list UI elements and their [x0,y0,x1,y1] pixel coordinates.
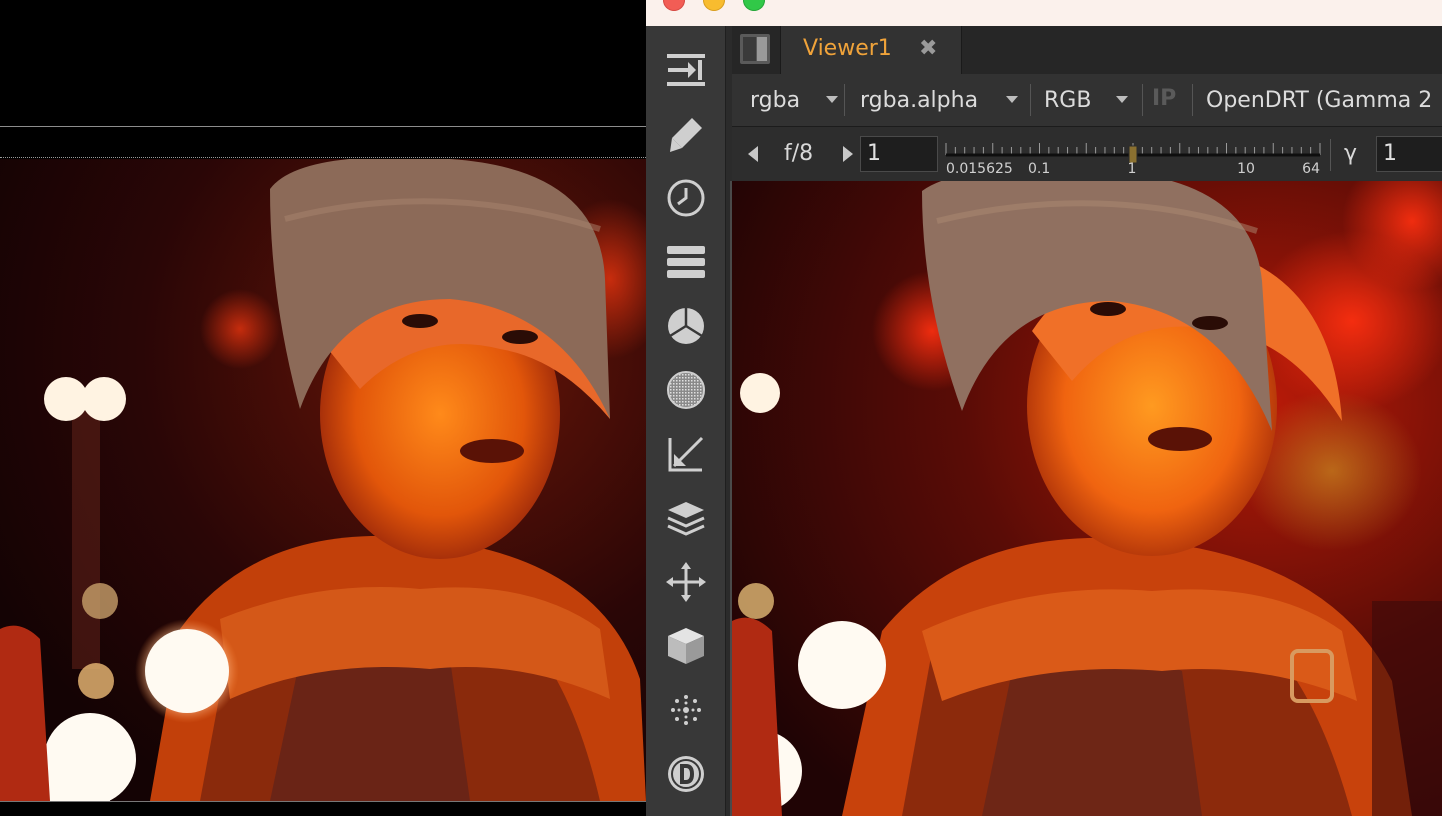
secondary-viewer-image [0,159,646,801]
window-zoom-button[interactable] [743,0,765,11]
chevron-down-icon [1006,96,1018,103]
fstop-label[interactable]: f/8 [784,141,813,166]
toolbar-3d-button[interactable] [662,622,710,670]
tab-close-icon[interactable]: ✖ [919,36,937,61]
gain-slider[interactable]: 0.015625 0.1 1 10 64 [944,133,1322,175]
separator [1192,84,1193,116]
tab-viewer1[interactable]: Viewer1 ✖ [780,26,962,74]
viewer-panel: Viewer1 ✖ rgba rgba.alpha RGB IP OpenDRT… [730,26,1442,816]
chevron-down-icon [826,96,838,103]
keyer-icon [668,436,704,472]
fstop-increase-arrow-icon[interactable] [843,146,853,162]
merge-stack-icon [667,502,705,536]
format-boundary-dotted-line [0,157,646,158]
filter-sphere-icon [667,371,705,409]
gain-input[interactable]: 1 [860,136,938,172]
display-channels-dropdown-value: RGB [1044,87,1092,113]
pane-divider-line [0,126,646,127]
pane-menu-button[interactable] [740,34,770,64]
paint-brush-icon [670,118,702,152]
slider-tick-label: 0.1 [1028,161,1050,175]
layer-dropdown-value: rgba [750,87,801,113]
window-minimize-button[interactable] [703,0,725,11]
alpha-channel-dropdown-value: rgba.alpha [860,87,979,113]
transform-icon [666,562,706,602]
pane-bottom-border [0,801,646,802]
tab-label: Viewer1 [803,36,892,61]
toolbar-merge-button[interactable] [662,494,710,542]
deep-icon [668,756,704,792]
gamma-input[interactable]: 1 [1376,136,1442,172]
toolbar-transform-button[interactable] [662,558,710,606]
slider-tick-label: 0.015625 [946,161,1013,175]
viewer-process-dropdown-value: OpenDRT (Gamma 2 [1206,87,1433,113]
separator [844,84,845,116]
channels-bar: rgba rgba.alpha RGB IP OpenDRT (Gamma 2 [732,74,1442,126]
toolbar-color-button[interactable] [662,302,710,350]
slider-tick-label: 64 [1302,161,1320,175]
toolbar-time-button[interactable] [662,174,710,222]
fstop-decrease-arrow-icon[interactable] [748,146,758,162]
toolbar-keyer-button[interactable] [662,430,710,478]
separator [1330,139,1331,171]
secondary-viewer-pane [0,0,646,816]
particles-icon [671,695,701,725]
viewer-process-dropdown[interactable]: OpenDRT (Gamma 2 [1206,74,1442,126]
toolbar-image-button[interactable] [662,46,710,94]
window-close-button[interactable] [663,0,685,11]
color-wheel-icon [668,308,704,344]
node-toolbar [646,26,726,816]
toolbar-deep-button[interactable] [662,750,710,798]
slider-tick-label: 1 [1128,161,1137,175]
tab-strip: Viewer1 ✖ [732,26,1442,75]
gamma-label: γ [1344,141,1358,166]
chevron-down-icon [1116,96,1128,103]
channel-layers-icon [667,246,705,278]
toolbar-particles-button[interactable] [662,686,710,734]
layer-dropdown[interactable]: rgba [750,74,840,126]
pane-menu-icon [740,34,770,64]
3d-cube-icon [668,628,704,664]
input-arrow-icon [667,54,705,86]
exposure-controls-bar: f/8 1 0.015625 0.1 1 10 64 γ 1 [732,126,1442,182]
separator [1030,84,1031,116]
viewer-image-canvas[interactable] [730,181,1442,816]
viewer-window: Viewer1 ✖ rgba rgba.alpha RGB IP OpenDRT… [646,0,1442,816]
window-title-bar[interactable] [646,0,1442,26]
input-process-toggle[interactable]: IP [1152,86,1176,111]
alpha-channel-dropdown[interactable]: rgba.alpha [860,74,1026,126]
toolbar-channel-button[interactable] [662,238,710,286]
slider-tick-label: 10 [1237,161,1255,175]
display-channels-dropdown[interactable]: RGB [1044,74,1138,126]
separator [1142,84,1143,116]
toolbar-draw-button[interactable] [662,110,710,158]
clock-icon [667,179,705,217]
toolbar-filter-button[interactable] [662,366,710,414]
